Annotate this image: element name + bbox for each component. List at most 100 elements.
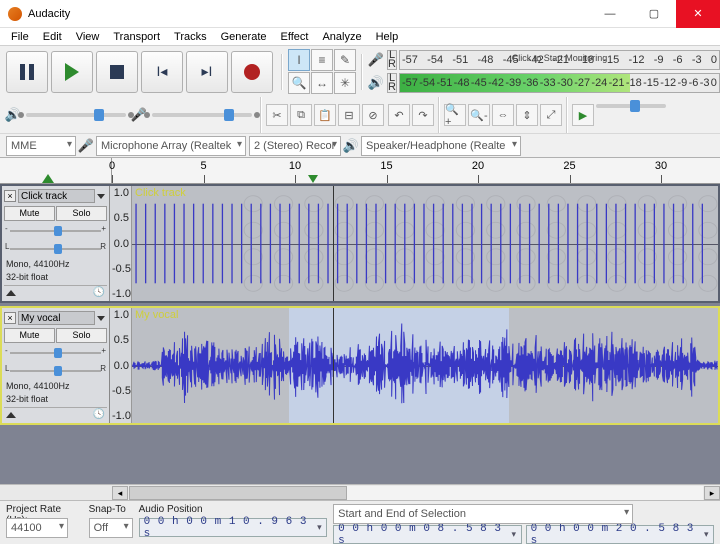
audio-position[interactable]: 0 0 h 0 0 m 1 0 . 9 6 3 s bbox=[139, 518, 328, 537]
track-vocal: × My vocal Mute Solo -+ LR Mono, 44100Hz… bbox=[0, 306, 720, 425]
waveform-click-track[interactable]: Click track bbox=[132, 186, 718, 301]
mic-device-icon: 🎤 bbox=[79, 139, 93, 153]
sync-lock-icon[interactable]: 🕓 bbox=[93, 409, 105, 420]
waveform-vocal-track[interactable]: My vocal bbox=[132, 308, 718, 423]
menu-help[interactable]: Help bbox=[369, 29, 406, 45]
solo-button[interactable]: Solo bbox=[56, 206, 107, 221]
scroll-left-button[interactable]: ◂ bbox=[112, 486, 128, 500]
menu-analyze[interactable]: Analyze bbox=[315, 29, 368, 45]
mic-icon[interactable]: 🎤 bbox=[368, 52, 384, 68]
skip-end-button[interactable]: ▸I bbox=[186, 51, 228, 93]
track-panel: × My vocal Mute Solo -+ LR Mono, 44100Hz… bbox=[2, 308, 110, 423]
mute-button[interactable]: Mute bbox=[4, 206, 55, 221]
draw-tool[interactable]: ✎ bbox=[334, 49, 356, 71]
track-menu-button[interactable] bbox=[97, 316, 105, 321]
track-close-button[interactable]: × bbox=[4, 190, 16, 202]
pan-slider[interactable]: LR bbox=[10, 366, 101, 376]
tracks-area: × Click track Mute Solo -+ LR Mono, 4410… bbox=[0, 184, 720, 484]
mute-button[interactable]: Mute bbox=[4, 328, 55, 343]
recording-volume-slider[interactable] bbox=[152, 113, 252, 117]
recording-meter[interactable]: -57-54-51-48-45-42 Click to Start Monito… bbox=[399, 50, 720, 70]
gain-slider[interactable]: -+ bbox=[10, 348, 101, 358]
trim-button[interactable]: ⊟ bbox=[338, 104, 360, 126]
snap-to-combo[interactable]: Off bbox=[89, 518, 133, 538]
selection-tool[interactable]: I bbox=[288, 49, 310, 71]
timeshift-tool[interactable]: ↔ bbox=[311, 72, 333, 94]
zoom-toolbar: 🔍+ 🔍- ⇔ ⇕ ⤢ bbox=[442, 102, 564, 128]
gain-slider[interactable]: -+ bbox=[10, 226, 101, 236]
selection-mode-combo[interactable]: Start and End of Selection bbox=[333, 504, 633, 524]
speaker-icon[interactable]: 🔊 bbox=[368, 75, 384, 91]
maximize-button[interactable]: ▢ bbox=[632, 0, 676, 28]
timeline-ruler[interactable]: 051015202530 bbox=[0, 158, 720, 184]
playback-device-combo[interactable]: Speaker/Headphone (Realte bbox=[361, 136, 521, 156]
zoom-in-button[interactable]: 🔍+ bbox=[444, 104, 466, 126]
transcription-toolbar: ▶ bbox=[570, 102, 668, 128]
copy-button[interactable]: ⧉ bbox=[290, 104, 312, 126]
pause-button[interactable] bbox=[6, 51, 48, 93]
pan-slider[interactable]: LR bbox=[10, 244, 101, 254]
undo-toolbar: ↶ ↷ bbox=[386, 102, 436, 128]
record-button[interactable] bbox=[231, 51, 273, 93]
selection-toolbar: Project Rate (Hz): 44100 Snap-To Off Aud… bbox=[0, 500, 720, 544]
window-title: Audacity bbox=[28, 8, 70, 20]
device-toolbar: MME 🎤 Microphone Array (Realtek 2 (Stere… bbox=[0, 133, 720, 157]
undo-button[interactable]: ↶ bbox=[388, 104, 410, 126]
pin-playhead-icon[interactable] bbox=[42, 174, 54, 183]
collapse-button[interactable] bbox=[6, 290, 16, 296]
horizontal-scrollbar[interactable]: ◂ ▸ bbox=[0, 484, 720, 500]
menu-transport[interactable]: Transport bbox=[106, 29, 167, 45]
sync-lock-icon[interactable]: 🕓 bbox=[93, 287, 105, 298]
playback-speed-slider[interactable] bbox=[596, 104, 666, 108]
track-panel: × Click track Mute Solo -+ LR Mono, 4410… bbox=[2, 186, 110, 301]
cut-button[interactable]: ✂ bbox=[266, 104, 288, 126]
audio-host-combo[interactable]: MME bbox=[6, 136, 76, 156]
zoom-out-button[interactable]: 🔍- bbox=[468, 104, 490, 126]
menu-tracks[interactable]: Tracks bbox=[167, 29, 214, 45]
menu-view[interactable]: View bbox=[69, 29, 107, 45]
menu-effect[interactable]: Effect bbox=[274, 29, 316, 45]
edit-toolbar: ✂ ⧉ 📋 ⊟ ⊘ bbox=[264, 102, 386, 128]
speaker-device-icon: 🔊 bbox=[344, 139, 358, 153]
window-controls: — ▢ ✕ bbox=[588, 0, 720, 28]
stop-button[interactable] bbox=[96, 51, 138, 93]
playback-volume-slider[interactable] bbox=[26, 113, 126, 117]
silence-button[interactable]: ⊘ bbox=[362, 104, 384, 126]
recording-device-combo[interactable]: Microphone Array (Realtek bbox=[96, 136, 246, 156]
zoom-tool[interactable]: 🔍 bbox=[288, 72, 310, 94]
track-name[interactable]: My vocal bbox=[18, 311, 95, 325]
envelope-tool[interactable]: ≡ bbox=[311, 49, 333, 71]
fit-selection-button[interactable]: ⇔ bbox=[492, 104, 514, 126]
scroll-thumb[interactable] bbox=[129, 486, 347, 500]
skip-start-button[interactable]: I◂ bbox=[141, 51, 183, 93]
play-at-speed-button[interactable]: ▶ bbox=[572, 104, 594, 126]
playback-meter[interactable]: -57-54-51-48-45-42-39-36-33-30-27-24-21-… bbox=[399, 73, 720, 93]
multi-tool[interactable]: ✳ bbox=[334, 72, 356, 94]
track-close-button[interactable]: × bbox=[4, 312, 16, 324]
fit-project-button[interactable]: ⇕ bbox=[516, 104, 538, 126]
menu-edit[interactable]: Edit bbox=[36, 29, 69, 45]
project-rate-combo[interactable]: 44100 bbox=[6, 518, 68, 538]
minimize-button[interactable]: — bbox=[588, 0, 632, 28]
menu-generate[interactable]: Generate bbox=[214, 29, 274, 45]
redo-button[interactable]: ↷ bbox=[412, 104, 434, 126]
solo-button[interactable]: Solo bbox=[56, 328, 107, 343]
tools-toolbar: I ≡ ✎ 🔍 ↔ ✳ bbox=[285, 46, 359, 97]
meter-toolbar: 🎤 LR -57-54-51-48-45-42 Click to Start M… bbox=[365, 47, 720, 96]
paste-button[interactable]: 📋 bbox=[314, 104, 336, 126]
track-click: × Click track Mute Solo -+ LR Mono, 4410… bbox=[0, 184, 720, 303]
track-menu-button[interactable] bbox=[97, 194, 105, 199]
track-name[interactable]: Click track bbox=[18, 189, 95, 203]
zoom-toggle-button[interactable]: ⤢ bbox=[540, 104, 562, 126]
meter-click-message: Click to Start Monitoring bbox=[512, 53, 608, 63]
menu-bar: File Edit View Transport Tracks Generate… bbox=[0, 28, 720, 46]
collapse-button[interactable] bbox=[6, 412, 16, 418]
selection-end[interactable]: 0 0 h 0 0 m 2 0 . 5 8 3 s bbox=[526, 525, 714, 544]
recording-channels-combo[interactable]: 2 (Stereo) Recor bbox=[249, 136, 341, 156]
play-button[interactable] bbox=[51, 51, 93, 93]
transport-toolbar: I◂ ▸I bbox=[0, 47, 279, 97]
close-button[interactable]: ✕ bbox=[676, 0, 720, 28]
scroll-right-button[interactable]: ▸ bbox=[704, 486, 720, 500]
menu-file[interactable]: File bbox=[4, 29, 36, 45]
selection-start[interactable]: 0 0 h 0 0 m 0 8 . 5 8 3 s bbox=[333, 525, 521, 544]
